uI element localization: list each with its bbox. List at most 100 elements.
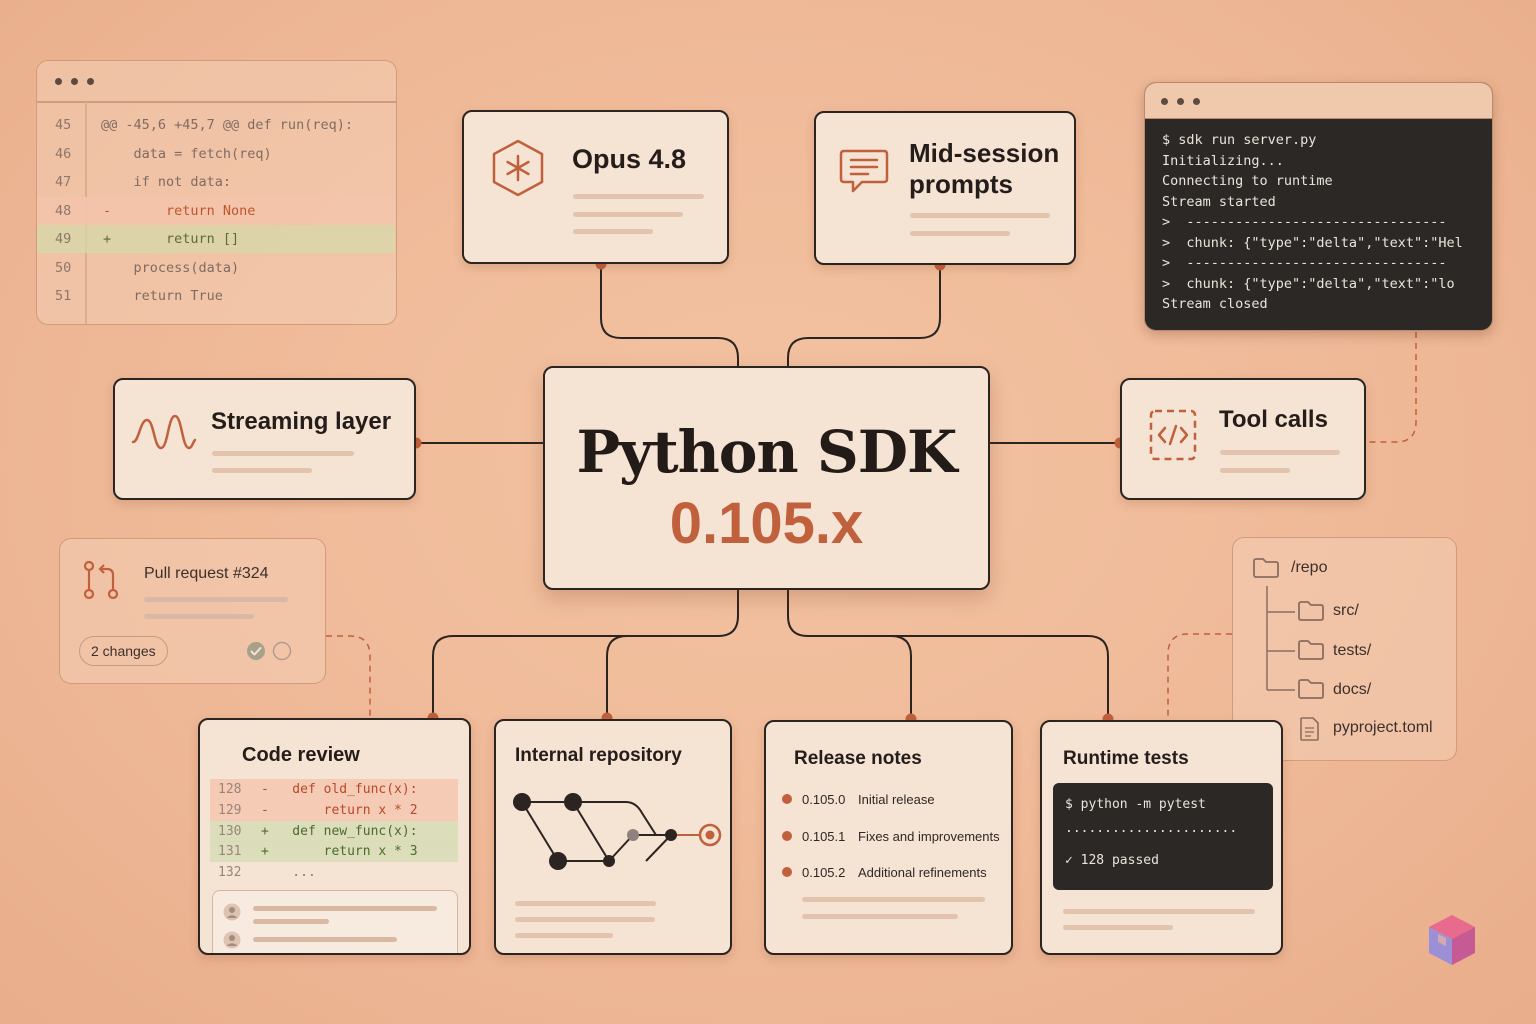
placeholder-line — [212, 451, 354, 456]
diff-panel: 45 @@ -45,6 +45,7 @@ def run(req): 46 data… — [36, 60, 397, 325]
code-text: data = fetch(req) — [101, 145, 272, 162]
line-number: 46 — [55, 145, 72, 162]
dashed-terminal-link — [1366, 332, 1417, 443]
line-number: 51 — [55, 288, 72, 304]
line-number: 132 — [218, 865, 242, 881]
placeholder-line — [212, 468, 312, 473]
release-version: 0.105.0 — [802, 792, 846, 807]
changes-badge[interactable]: 2 changes — [79, 636, 168, 666]
repo-item-docs[interactable]: docs/ — [1333, 681, 1371, 699]
placeholder-line — [515, 917, 655, 922]
pull-request-panel: Pull request #324 2 changes — [59, 538, 326, 684]
code-brackets-icon — [1149, 409, 1197, 461]
check-circle-icon — [247, 642, 265, 660]
node-release-notes[interactable]: Release notes 0.105.0 Initial release 0.10… — [764, 720, 1013, 955]
release-bullet — [782, 794, 792, 804]
diff-line: 45 @@ -45,6 +45,7 @@ def run(req): — [37, 111, 395, 139]
node-mid-session-prompts[interactable]: Mid-session prompts — [814, 111, 1076, 265]
placeholder-line — [573, 194, 704, 199]
window-dots — [1161, 98, 1200, 105]
repo-item-pyproject[interactable]: pyproject.toml — [1333, 719, 1433, 737]
code-text: - return x * 2 — [261, 802, 418, 818]
test-result: ✓ 128 passed — [1065, 853, 1159, 868]
node-title: Release notes — [794, 748, 922, 769]
node-opus[interactable]: Opus 4.8 — [462, 110, 729, 264]
node-title-line1: Mid-session — [909, 138, 1060, 168]
terminal-line: > -------------------------------- — [1162, 214, 1447, 230]
connector-code-review — [432, 590, 739, 718]
file-icon — [1300, 717, 1319, 741]
release-version: 0.105.1 — [802, 828, 846, 844]
test-progress: ...................... — [1065, 821, 1238, 836]
terminal-line: Stream closed — [1162, 296, 1268, 312]
terminal-window: $ sdk run server.py Initializing... Connec… — [1144, 82, 1493, 331]
connector-internal-repo — [606, 635, 628, 718]
node-runtime-tests[interactable]: Runtime tests $ python -m pytest .......… — [1040, 720, 1283, 955]
review-diff-line: 131 + return x * 3 — [210, 841, 458, 863]
terminal-line: > -------------------------------- — [1162, 255, 1447, 271]
terminal-line: Stream started — [1162, 193, 1276, 210]
wave-icon — [131, 414, 197, 450]
placeholder-line — [802, 897, 985, 902]
connector-opus — [600, 264, 739, 368]
node-title: Tool calls — [1219, 406, 1328, 433]
diff-line: 50 process(data) — [37, 254, 395, 282]
code-text: + def new_func(x): — [261, 823, 418, 839]
avatar-icon — [223, 931, 241, 949]
placeholder-line — [573, 229, 653, 234]
placeholder-line — [253, 937, 397, 942]
node-tool-calls[interactable]: Tool calls — [1120, 378, 1366, 500]
placeholder-line — [573, 212, 683, 217]
chat-bubble-icon — [839, 149, 889, 193]
release-bullet — [782, 830, 792, 841]
asterisk-hexagon-icon — [492, 139, 544, 197]
terminal-line: Connecting to runtime — [1162, 173, 1333, 189]
line-number: 47 — [55, 174, 72, 190]
cube-logo-icon — [1429, 915, 1475, 965]
placeholder-line — [1220, 450, 1340, 455]
terminal-line: > chunk: {"type":"delta","text":"lo — [1162, 275, 1455, 292]
line-number: 50 — [55, 259, 72, 276]
window-dots — [55, 78, 94, 85]
code-text: - def old_func(x): — [261, 782, 418, 797]
node-python-sdk[interactable]: Python SDK 0.105.x — [543, 366, 990, 590]
line-number: 45 — [55, 117, 72, 133]
node-code-review[interactable]: Code review 128 - def old_func(x): 129 - re… — [198, 718, 471, 955]
line-number: 48 — [55, 202, 72, 219]
release-version: 0.105.2 — [802, 865, 846, 880]
code-text: if not data: — [101, 174, 232, 190]
placeholder-line — [802, 914, 958, 919]
review-diff-line: 132 ... — [210, 862, 458, 883]
avatar-icon — [223, 903, 241, 921]
placeholder-line — [253, 906, 437, 911]
placeholder-line — [144, 614, 254, 619]
node-streaming-layer[interactable]: Streaming layer — [113, 378, 416, 500]
node-internal-repository[interactable]: Internal repository — [494, 719, 732, 955]
line-number: 130 — [218, 823, 242, 839]
repo-root: /repo — [1291, 559, 1328, 576]
placeholder-line — [1220, 468, 1290, 473]
test-command: $ python -m pytest — [1065, 797, 1206, 812]
pr-title: Pull request #324 — [144, 565, 269, 582]
repo-item-tests[interactable]: tests/ — [1333, 642, 1371, 660]
release-note: Additional refinements — [858, 865, 987, 880]
code-text: ... — [261, 865, 316, 881]
center-version: 0.105.x — [669, 491, 864, 556]
placeholder-line — [515, 933, 613, 938]
placeholder-line — [1063, 925, 1173, 930]
code-text: return [] — [101, 231, 240, 247]
repo-item-src[interactable]: src/ — [1333, 602, 1359, 620]
terminal-line: Initializing... — [1162, 152, 1284, 169]
placeholder-line — [253, 919, 329, 924]
diff-line: 47 if not data: — [37, 168, 395, 196]
node-title: Runtime tests — [1063, 748, 1189, 769]
release-bullet — [782, 867, 792, 877]
folder-icon — [1298, 679, 1324, 699]
connector-release-notes — [787, 590, 912, 718]
placeholder-line — [144, 597, 288, 602]
diff-line: 48- return None — [37, 196, 395, 225]
release-note: Fixes and improvements — [858, 828, 1000, 844]
line-number: 49 — [55, 231, 72, 247]
node-title: Opus 4.8 — [572, 144, 687, 174]
code-text: @@ -45,6 +45,7 @@ def run(req): — [101, 117, 353, 133]
